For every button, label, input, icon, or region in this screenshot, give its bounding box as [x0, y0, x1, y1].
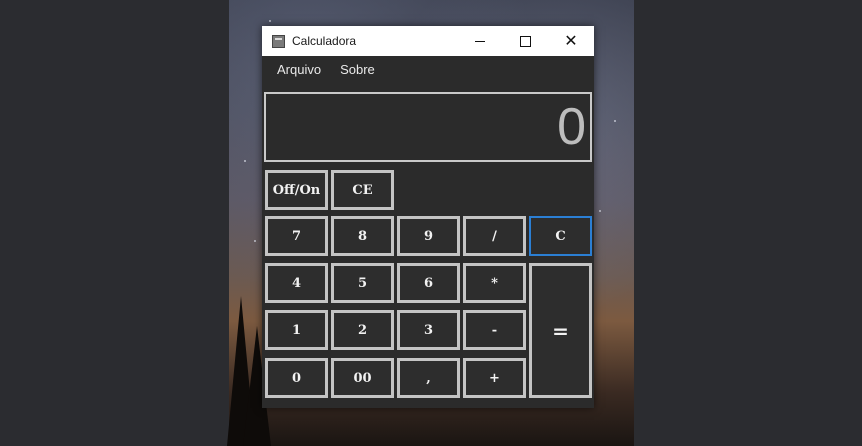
- star: [599, 210, 601, 212]
- digit-0-button[interactable]: 0: [265, 358, 328, 398]
- menu-bar: Arquivo Sobre: [262, 56, 594, 83]
- window-title: Calculadora: [292, 34, 357, 48]
- menu-arquivo[interactable]: Arquivo: [277, 60, 321, 79]
- star: [244, 160, 246, 162]
- star: [614, 120, 616, 122]
- calculator-display: 0: [264, 92, 592, 162]
- digit-6-button[interactable]: 6: [397, 263, 460, 303]
- clear-entry-button[interactable]: CE: [331, 170, 394, 210]
- calculator-app-icon: [272, 34, 285, 48]
- equals-button[interactable]: =: [529, 263, 592, 398]
- comma-button[interactable]: ,: [397, 358, 460, 398]
- calculator-window: Calculadora ✕ Arquivo Sobre 0 Off/On CE …: [262, 26, 594, 408]
- digit-9-button[interactable]: 9: [397, 216, 460, 256]
- digit-7-button[interactable]: 7: [265, 216, 328, 256]
- multiply-button[interactable]: *: [463, 263, 526, 303]
- maximize-icon: [519, 35, 531, 47]
- off-on-button[interactable]: Off/On: [265, 170, 328, 210]
- title-bar[interactable]: Calculadora ✕: [262, 26, 594, 56]
- plus-button[interactable]: +: [463, 358, 526, 398]
- display-value: 0: [557, 98, 586, 156]
- menu-sobre[interactable]: Sobre: [340, 60, 375, 79]
- clear-button[interactable]: C: [529, 216, 592, 256]
- close-button[interactable]: ✕: [548, 26, 594, 56]
- star: [269, 20, 271, 22]
- digit-1-button[interactable]: 1: [265, 310, 328, 350]
- digit-8-button[interactable]: 8: [331, 216, 394, 256]
- digit-2-button[interactable]: 2: [331, 310, 394, 350]
- minimize-icon: [475, 40, 485, 42]
- minus-button[interactable]: -: [463, 310, 526, 350]
- digit-4-button[interactable]: 4: [265, 263, 328, 303]
- star: [254, 240, 256, 242]
- digit-3-button[interactable]: 3: [397, 310, 460, 350]
- minimize-button[interactable]: [457, 26, 503, 56]
- double-zero-button[interactable]: 00: [331, 358, 394, 398]
- divide-button[interactable]: /: [463, 216, 526, 256]
- close-icon: ✕: [564, 31, 578, 50]
- digit-5-button[interactable]: 5: [331, 263, 394, 303]
- maximize-button[interactable]: [502, 26, 548, 56]
